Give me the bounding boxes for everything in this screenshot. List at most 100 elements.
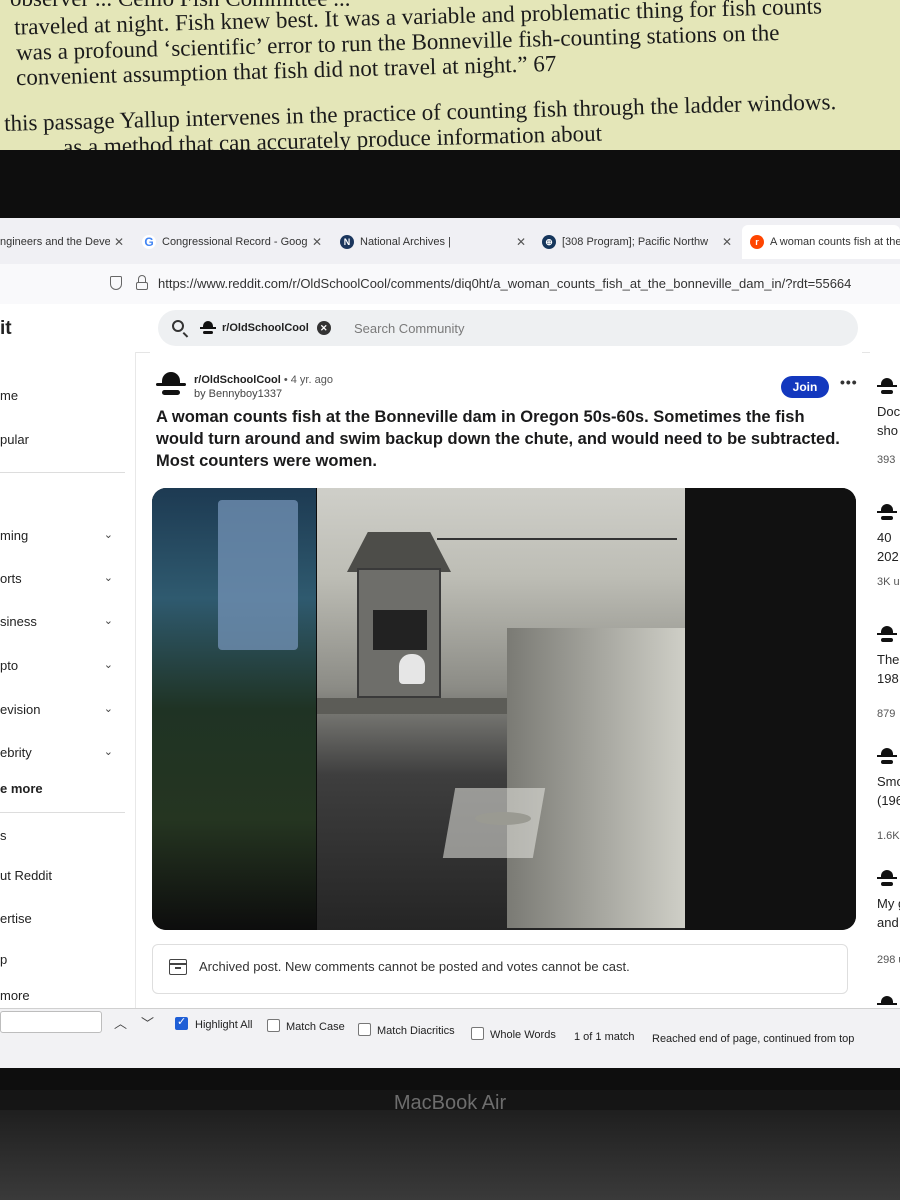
community-avatar-icon [876, 378, 898, 398]
sidebar-item-popular[interactable]: pular [0, 432, 125, 447]
community-chip[interactable]: r/OldSchoolCool ✕ [200, 316, 331, 340]
find-status-message: Reached end of page, continued from top [652, 1033, 855, 1045]
post-age: • 4 yr. ago [283, 374, 333, 386]
fish-shape [475, 812, 531, 825]
sidebar-item-crypto[interactable]: pto ⌄ [0, 658, 125, 673]
google-icon: G [142, 235, 156, 249]
community-avatar-icon [876, 626, 898, 646]
close-icon[interactable]: ✕ [312, 235, 322, 249]
laptop-base [0, 1110, 900, 1200]
related-post-meta: 1.6K [877, 830, 900, 842]
shield-icon[interactable] [110, 276, 122, 290]
tab-bar: ngineers and the Develo ✕ G Congressiona… [0, 218, 900, 265]
chevron-down-icon: ⌄ [103, 746, 113, 758]
url-text[interactable]: https://www.reddit.com/r/OldSchoolCool/c… [158, 276, 851, 291]
related-post-title[interactable]: 40 202 [877, 528, 899, 566]
related-post-meta: 879 [877, 708, 896, 720]
close-icon[interactable]: ✕ [114, 235, 124, 249]
tab-label: Congressional Record - Google [162, 236, 308, 248]
browser-window: ngineers and the Develo ✕ G Congressiona… [0, 218, 900, 1068]
match-count: 1 of 1 match [574, 1031, 635, 1043]
highlight-all-checkbox[interactable] [175, 1015, 188, 1030]
chevron-down-icon: ⌄ [103, 703, 113, 715]
sidebar-item-celebrity[interactable]: ebrity ⌄ [0, 745, 125, 760]
more-options-icon[interactable]: ••• [840, 374, 858, 390]
close-icon[interactable]: ✕ [722, 235, 732, 249]
post-author[interactable]: by Bennyboy1337 [194, 388, 282, 400]
community-chip-label: r/OldSchoolCool [222, 322, 309, 334]
archive-icon [169, 959, 187, 975]
whole-words-checkbox[interactable] [471, 1027, 484, 1040]
chevron-down-icon: ⌄ [103, 615, 113, 627]
search-input[interactable]: r/OldSchoolCool ✕ Search Community [158, 310, 858, 346]
related-post-meta: 3K u [877, 576, 900, 588]
highlight-all-label[interactable]: Highlight All [195, 1019, 252, 1031]
tab-reddit-active[interactable]: r A woman counts fish at the [742, 225, 900, 259]
search-icon [172, 320, 184, 332]
related-post-title[interactable]: My gand [877, 894, 900, 932]
find-input[interactable] [0, 1011, 102, 1033]
community-avatar-icon [876, 870, 898, 890]
whole-words-label[interactable]: Whole Words [490, 1029, 556, 1041]
match-case-checkbox[interactable] [267, 1019, 280, 1032]
tab-308-program[interactable]: ⊕ [308 Program]; Pacific Northw ✕ [542, 225, 732, 259]
lock-icon[interactable] [136, 275, 148, 291]
community-avatar-icon [876, 504, 898, 524]
printed-page-background: observer ... Celilo Fish Committee ... t… [0, 0, 900, 158]
subreddit-avatar-icon[interactable] [156, 370, 186, 400]
archived-notice-text: Archived post. New comments cannot be po… [199, 959, 630, 974]
match-diacritics-checkbox[interactable] [358, 1023, 371, 1036]
related-post-meta: 393 [877, 454, 896, 466]
national-archives-icon: N [340, 235, 354, 249]
sidebar-item-advertise[interactable]: ertise [0, 911, 125, 926]
divider [0, 812, 125, 813]
related-post-title[interactable]: Doc sho [877, 402, 900, 440]
tab-label: ngineers and the Develo [0, 236, 110, 248]
find-previous-button[interactable]: ︿ [114, 1013, 127, 1032]
sidebar-item-television[interactable]: evision ⌄ [0, 702, 125, 717]
sidebar-item-more[interactable]: more [0, 988, 125, 1003]
reddit-logo[interactable]: it [0, 318, 12, 340]
post-subreddit[interactable]: r/OldSchoolCool • 4 yr. ago [194, 374, 333, 386]
see-more-link[interactable]: e more [0, 781, 125, 796]
community-avatar-icon [876, 748, 898, 768]
divider [0, 472, 125, 473]
match-case-label[interactable]: Match Case [286, 1021, 345, 1033]
sidebar-item-business[interactable]: siness ⌄ [0, 614, 125, 629]
sidebar-item-about-reddit[interactable]: ut Reddit [0, 868, 125, 883]
tab-congressional-record[interactable]: G Congressional Record - Google ✕ [142, 225, 322, 259]
chevron-down-icon: ⌄ [103, 529, 113, 541]
related-post-title[interactable]: Smo(196 [877, 772, 900, 810]
tab-national-archives[interactable]: N National Archives | ✕ [340, 225, 526, 259]
post-card: r/OldSchoolCool • 4 yr. ago by Bennyboy1… [150, 352, 862, 1068]
tab-engineers[interactable]: ngineers and the Develo ✕ [0, 225, 124, 259]
blurred-image-backdrop [152, 488, 316, 930]
related-post-title[interactable]: The 198 [877, 650, 899, 688]
find-next-button[interactable]: ﹀ [141, 1013, 154, 1032]
match-diacritics-label[interactable]: Match Diacritics [377, 1025, 455, 1037]
sidebar-item-s[interactable]: s [0, 828, 125, 843]
sidebar-item-home[interactable]: me [0, 388, 125, 403]
join-button[interactable]: Join [781, 376, 829, 398]
address-bar[interactable]: https://www.reddit.com/r/OldSchoolCool/c… [0, 264, 900, 305]
device-label: MacBook Air [393, 1092, 507, 1114]
sidebar-item-help[interactable]: p [0, 952, 125, 967]
reddit-header: it r/OldSchoolCool ✕ Search Community [0, 304, 900, 353]
clear-chip-icon[interactable]: ✕ [316, 321, 331, 335]
post-title[interactable]: A woman counts fish at the Bonneville da… [156, 406, 856, 472]
sidebar-item-gaming[interactable]: ming ⌄ [0, 528, 125, 543]
sidebar-item-sports[interactable]: orts ⌄ [0, 571, 125, 586]
reddit-icon: r [750, 235, 764, 249]
close-icon[interactable]: ✕ [516, 235, 526, 249]
fish-counting-photo [317, 488, 685, 930]
post-image[interactable] [152, 488, 856, 930]
tab-label: A woman counts fish at the [770, 236, 900, 248]
left-sidebar: me pular ming ⌄ orts ⌄ siness ⌄ pto ⌄ evisio… [0, 352, 136, 1068]
archives-seal-icon: ⊕ [542, 235, 556, 249]
community-avatar-icon [200, 320, 216, 336]
related-post-meta: 298 u [877, 954, 900, 966]
right-rail: Docsho 393 40202 3K u The198 879 Smo(196… [870, 352, 900, 1068]
chevron-down-icon: ⌄ [103, 572, 113, 584]
tab-label: [308 Program]; Pacific Northw [562, 236, 709, 248]
find-in-page-bar: ︿ ﹀ Highlight All Match Case Match Diacr… [0, 1008, 900, 1068]
